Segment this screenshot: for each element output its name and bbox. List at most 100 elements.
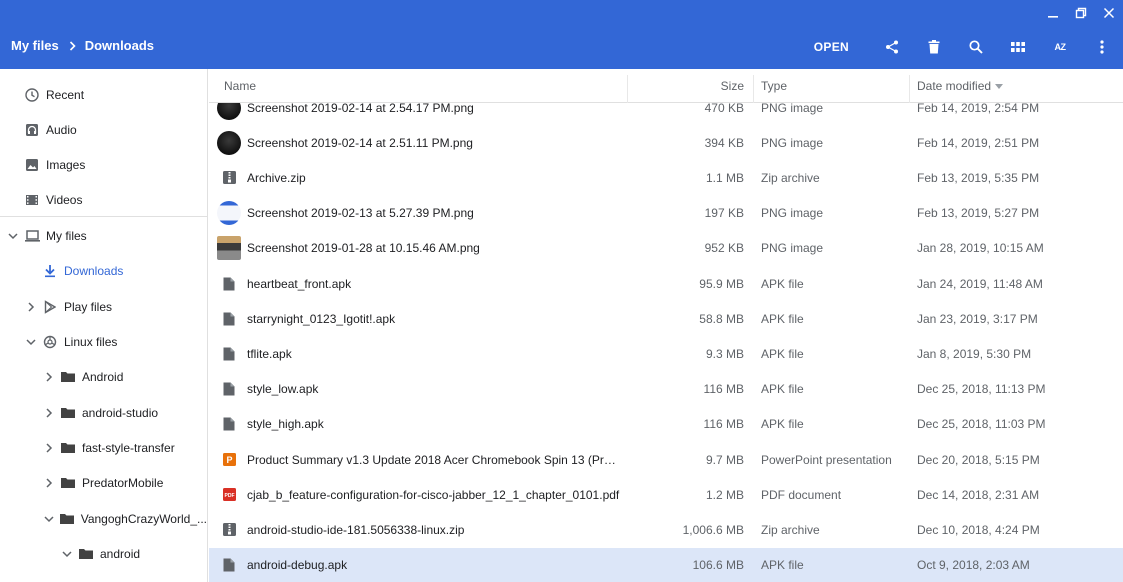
file-name: Screenshot 2019-02-13 at 5.27.39 PM.png [247, 206, 474, 221]
chevron-right-icon[interactable] [42, 406, 56, 420]
chevron-right-icon[interactable] [42, 476, 56, 490]
restore-button[interactable] [1067, 0, 1095, 26]
file-row[interactable]: android-studio-ide-181.5056338-linux.zip… [209, 512, 1123, 547]
file-date-modified: Dec 10, 2018, 4:24 PM [917, 522, 1040, 537]
file-row[interactable]: heartbeat_front.apk 95.9 MB APK file Jan 24… [209, 266, 1123, 301]
column-header-name[interactable]: Name [224, 69, 256, 103]
sidebar-item-videos[interactable]: Videos [0, 182, 207, 217]
image-thumbnail-icon [217, 103, 241, 120]
file-row[interactable]: style_low.apk 116 MB APK file Dec 25, 2018,… [209, 372, 1123, 407]
breadcrumb-my-files[interactable]: My files [11, 38, 59, 53]
file-name: starrynight_0123_Igotit!.apk [247, 311, 396, 326]
file-size: 1,006.6 MB [682, 522, 744, 537]
sidebar-item-vangogh[interactable]: VangoghCrazyWorld_... [0, 501, 207, 536]
file-type: APK file [761, 276, 804, 291]
file-icon [217, 272, 241, 296]
trash-icon [928, 40, 940, 54]
file-type: PNG image [761, 103, 824, 115]
sidebar-item-fast-style-transfer[interactable]: fast-style-transfer [0, 430, 207, 465]
column-header-date[interactable]: Date modified [917, 69, 1004, 103]
file-row[interactable]: starrynight_0123_Igotit!.apk 58.8 MB APK f… [209, 301, 1123, 336]
file-name: tflite.apk [247, 346, 292, 361]
sidebar-item-label: Play files [64, 299, 113, 314]
file-type: PNG image [761, 241, 824, 256]
column-divider [753, 75, 754, 103]
folder-icon [59, 511, 75, 527]
pdf-icon: PDF [217, 483, 241, 507]
file-size: 9.7 MB [705, 452, 744, 467]
file-size: 95.9 MB [699, 276, 744, 291]
file-date-modified: Feb 14, 2019, 2:54 PM [917, 103, 1040, 115]
file-row[interactable]: style_high.apk 116 MB APK file Dec 25, 2018… [209, 407, 1123, 442]
chevron-down-icon[interactable] [6, 229, 20, 243]
file-row[interactable]: Screenshot 2019-01-28 at 10.15.46 AM.png… [209, 231, 1123, 266]
sidebar-item-play-files[interactable]: Play files [0, 289, 207, 324]
image-thumbnail-icon [217, 201, 241, 226]
sidebar-item-audio[interactable]: Audio [0, 112, 207, 147]
sidebar-item-android[interactable]: Android [0, 359, 207, 394]
file-size: 1.2 MB [705, 487, 744, 502]
chevron-right-icon[interactable] [42, 370, 56, 384]
chevron-right-icon[interactable] [42, 441, 56, 455]
minimize-button[interactable] [1039, 0, 1067, 26]
file-date-modified: Feb 13, 2019, 5:35 PM [917, 170, 1040, 185]
sidebar-item-android-sub[interactable]: android [0, 536, 207, 571]
chevron-down-icon[interactable] [42, 512, 55, 526]
sidebar-item-predator-mobile[interactable]: PredatorMobile [0, 465, 207, 500]
delete-button[interactable] [913, 30, 955, 64]
chevron-right-icon[interactable] [24, 300, 38, 314]
sidebar-item-label: android [100, 546, 141, 561]
file-row[interactable]: Screenshot 2019-02-14 at 2.54.17 PM.png 4… [209, 103, 1123, 125]
file-type: PNG image [761, 135, 824, 150]
file-icon [217, 307, 241, 331]
sidebar-item-my-files[interactable]: My files [0, 218, 207, 253]
sidebar-item-label: My files [46, 228, 87, 243]
search-button[interactable] [955, 30, 997, 64]
file-size: 9.3 MB [705, 346, 744, 361]
file-size: 116 MB [703, 417, 744, 432]
file-name: cjab_b_feature-configuration-for-cisco-j… [247, 487, 620, 502]
file-name: style_low.apk [247, 382, 319, 397]
file-name: style_high.apk [247, 417, 324, 432]
minimize-icon [1048, 16, 1058, 18]
grid-view-button[interactable] [997, 30, 1039, 64]
search-icon [969, 40, 983, 54]
file-row[interactable]: android-debug.apk 106.6 MB APK file Oct 9, … [209, 547, 1123, 582]
file-row[interactable]: PDF cjab_b_feature-configuration-for-cisc… [209, 477, 1123, 512]
file-row[interactable]: Screenshot 2019-02-13 at 5.27.39 PM.png 1… [209, 196, 1123, 231]
sidebar-item-label: Recent [46, 87, 85, 102]
file-row[interactable]: P Product Summary v1.3 Update 2018 Acer C… [209, 442, 1123, 477]
file-name: heartbeat_front.apk [247, 276, 352, 291]
sidebar-item-recent[interactable]: Recent [0, 77, 207, 112]
file-list-header: Name Size Type Date modified [209, 69, 1123, 103]
sidebar-item-label: Linux files [64, 334, 118, 349]
file-row[interactable]: Archive.zip 1.1 MB Zip archive Feb 13, 2019… [209, 160, 1123, 195]
file-row[interactable]: Screenshot 2019-02-14 at 2.51.11 PM.png 3… [209, 125, 1123, 160]
file-size: 952 KB [704, 241, 744, 256]
file-date-modified: Feb 14, 2019, 2:51 PM [917, 135, 1040, 150]
sort-button[interactable]: AZ [1039, 30, 1081, 64]
share-button[interactable] [871, 30, 913, 64]
chevron-down-icon[interactable] [60, 547, 74, 561]
sidebar-item-images[interactable]: Images [0, 147, 207, 182]
open-button[interactable]: OPEN [800, 30, 863, 64]
file-size: 106.6 MB [692, 558, 744, 573]
sidebar-item-linux-files[interactable]: Linux files [0, 324, 207, 359]
sidebar-item-downloads[interactable]: Downloads [0, 253, 207, 288]
column-header-type[interactable]: Type [761, 69, 787, 103]
column-header-size[interactable]: Size [709, 69, 744, 103]
sidebar-item-android-studio[interactable]: android-studio [0, 395, 207, 430]
breadcrumb-downloads[interactable]: Downloads [85, 38, 154, 53]
image-thumbnail-icon [217, 130, 241, 155]
close-window-button[interactable] [1095, 0, 1123, 26]
file-date-modified: Dec 25, 2018, 11:03 PM [917, 417, 1046, 432]
sidebar-item-label: Android [82, 369, 124, 384]
more-options-button[interactable] [1081, 30, 1123, 64]
folder-icon [60, 405, 76, 421]
file-size: 394 KB [704, 135, 744, 150]
laptop-icon [24, 228, 40, 244]
chevron-down-icon[interactable] [24, 335, 38, 349]
file-row[interactable]: tflite.apk 9.3 MB APK file Jan 8, 2019, 5:3… [209, 336, 1123, 371]
file-name: Screenshot 2019-02-14 at 2.51.11 PM.png [247, 135, 473, 150]
audio-icon [24, 122, 40, 138]
